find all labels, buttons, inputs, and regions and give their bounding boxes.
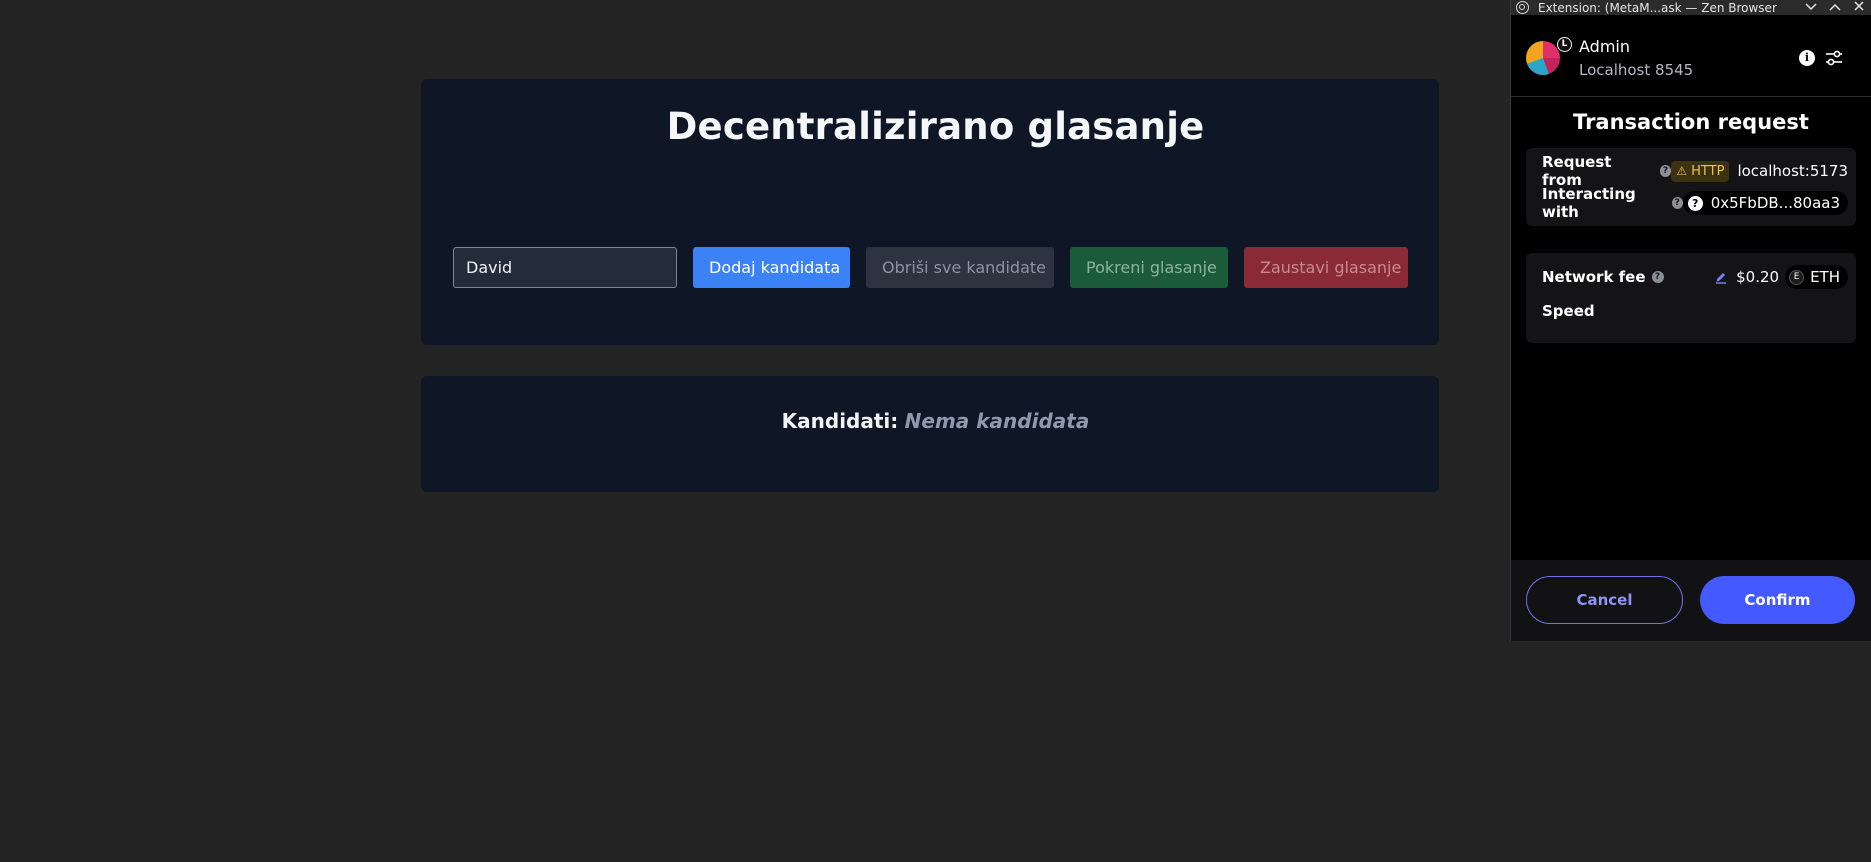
candidates-empty-text: Nema kandidata <box>904 409 1090 433</box>
warning-icon: ⚠ <box>1676 164 1688 178</box>
chevron-up-icon[interactable] <box>1827 0 1843 15</box>
add-candidate-button[interactable]: Dodaj kandidata <box>693 247 850 288</box>
speed-row: Speed <box>1542 300 1848 322</box>
start-voting-button[interactable]: Pokreni glasanje <box>1070 247 1228 288</box>
network-fee-row: Network fee ? $0.20 E ETH <box>1542 265 1848 289</box>
candidates-card <box>421 376 1439 492</box>
browser-logo-icon <box>1516 1 1529 14</box>
fee-amount: $0.20 <box>1736 268 1780 286</box>
chevron-down-icon[interactable] <box>1803 0 1819 15</box>
candidate-controls: Dodaj kandidata Obriši sve kandidate Pok… <box>453 247 1408 288</box>
request-from-row: Request from ? ⚠ HTTP localhost:5173 <box>1542 153 1848 189</box>
window-title: Extension: (MetaM...ask — Zen Browser <box>1538 0 1777 15</box>
candidate-name-input[interactable] <box>453 247 677 288</box>
clear-candidates-button[interactable]: Obriši sve kandidate <box>866 247 1054 288</box>
question-icon[interactable]: ? <box>1659 165 1672 177</box>
edit-icon[interactable] <box>1714 270 1728 284</box>
request-details-panel: Request from ? ⚠ HTTP localhost:5173 Int… <box>1526 148 1856 226</box>
fee-currency: ETH <box>1810 268 1840 286</box>
unknown-contract-icon: ? <box>1687 195 1703 211</box>
account-name: Admin <box>1579 37 1630 56</box>
question-icon[interactable]: ? <box>1651 271 1664 283</box>
cancel-button[interactable]: Cancel <box>1526 576 1683 624</box>
sliders-icon[interactable] <box>1825 50 1843 66</box>
contract-address-pill[interactable]: ? 0x5FbDB...80aa3 <box>1682 191 1848 215</box>
info-icon[interactable]: i <box>1799 50 1815 66</box>
question-icon[interactable]: ? <box>1671 197 1683 209</box>
fee-panel: Network fee ? $0.20 E ETH Speed <box>1526 253 1856 343</box>
network-badge: L <box>1557 37 1572 52</box>
contract-address: 0x5FbDB...80aa3 <box>1710 194 1840 212</box>
http-warning-badge: ⚠ HTTP <box>1671 160 1730 182</box>
request-host: localhost:5173 <box>1737 162 1848 180</box>
speed-label: Speed <box>1542 302 1595 320</box>
window-controls <box>1803 0 1867 15</box>
action-footer: Cancel Confirm <box>1511 560 1871 641</box>
metamask-extension-window: Extension: (MetaM...ask — Zen Browser L … <box>1510 0 1871 641</box>
avatar[interactable]: L <box>1526 37 1572 75</box>
request-from-label: Request from <box>1542 153 1612 189</box>
window-titlebar[interactable]: Extension: (MetaM...ask — Zen Browser <box>1511 0 1871 15</box>
close-icon[interactable] <box>1851 0 1867 15</box>
network-name: Localhost 8545 <box>1579 61 1694 79</box>
interacting-with-row: Interacting with ? ? 0x5FbDB...80aa3 <box>1542 185 1848 221</box>
confirm-button[interactable]: Confirm <box>1700 576 1855 624</box>
fee-value: $0.20 E ETH <box>1714 265 1848 289</box>
contract-address-wrap: ? 0x5FbDB...80aa3 <box>1682 191 1848 215</box>
request-origin: ⚠ HTTP localhost:5173 <box>1671 160 1848 182</box>
account-header: L Admin Localhost 8545 i <box>1511 15 1871 97</box>
network-fee-label: Network fee <box>1542 268 1646 286</box>
transaction-title: Transaction request <box>1573 110 1809 134</box>
eth-icon: E <box>1789 269 1805 285</box>
interacting-with-label: Interacting with <box>1542 185 1636 221</box>
stop-voting-button[interactable]: Zaustavi glasanje <box>1244 247 1408 288</box>
http-badge-label: HTTP <box>1691 163 1725 179</box>
fee-currency-pill: E ETH <box>1785 265 1848 289</box>
candidates-label: Kandidati: <box>781 409 899 433</box>
